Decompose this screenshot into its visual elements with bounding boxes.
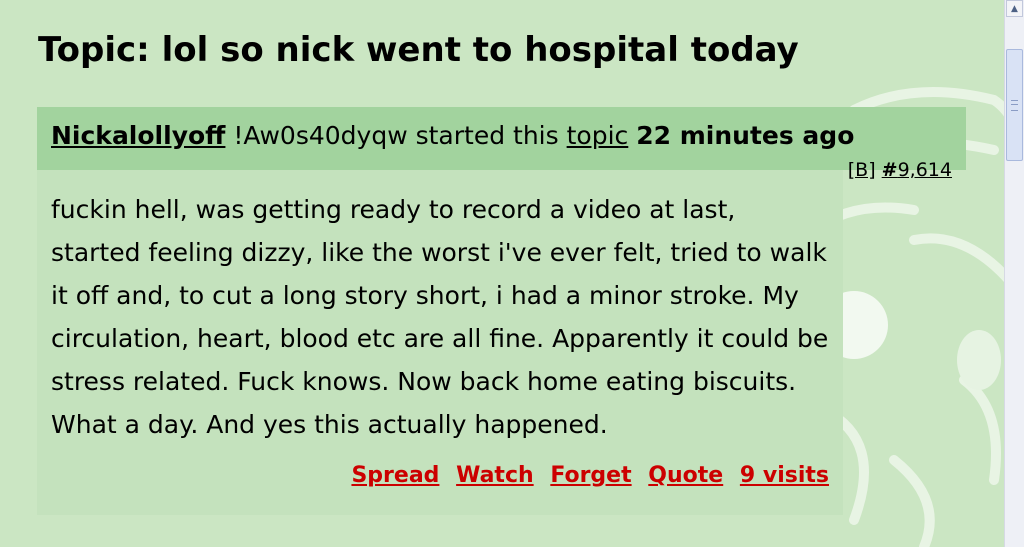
forget-link[interactable]: Forget — [550, 463, 631, 488]
author-link[interactable]: Nickalollyoff — [51, 121, 225, 150]
tripcode: !Aw0s40dyqw — [233, 121, 408, 150]
post: Nickalollyoff !Aw0s40dyqw started this t… — [37, 107, 966, 515]
quote-link[interactable]: Quote — [648, 463, 723, 488]
vertical-scrollbar[interactable]: ▲ — [1004, 0, 1024, 547]
b-link[interactable]: [B] — [848, 159, 876, 181]
grip-icon — [1011, 100, 1018, 111]
post-header: Nickalollyoff !Aw0s40dyqw started this t… — [37, 107, 966, 170]
started-text: started this — [415, 121, 559, 150]
post-number: 9,614 — [897, 159, 952, 181]
post-body: fuckin hell, was getting ready to record… — [37, 170, 843, 515]
scroll-up-arrow-icon[interactable]: ▲ — [1006, 0, 1023, 17]
spread-link[interactable]: Spread — [351, 463, 439, 488]
topic-link[interactable]: topic — [567, 121, 629, 150]
post-age: 22 minutes ago — [636, 121, 855, 150]
post-text: fuckin hell, was getting ready to record… — [51, 195, 829, 439]
post-meta: [B] #9,614 — [848, 159, 952, 181]
post-number-link[interactable]: #9,614 — [882, 159, 952, 181]
number-prefix: # — [881, 159, 898, 181]
watch-link[interactable]: Watch — [456, 463, 534, 488]
visits-link[interactable]: 9 visits — [740, 463, 829, 488]
post-actions: Spread Watch Forget Quote 9 visits — [342, 463, 829, 488]
scroll-thumb[interactable] — [1006, 49, 1023, 161]
page-title: Topic: lol so nick went to hospital toda… — [38, 30, 799, 70]
